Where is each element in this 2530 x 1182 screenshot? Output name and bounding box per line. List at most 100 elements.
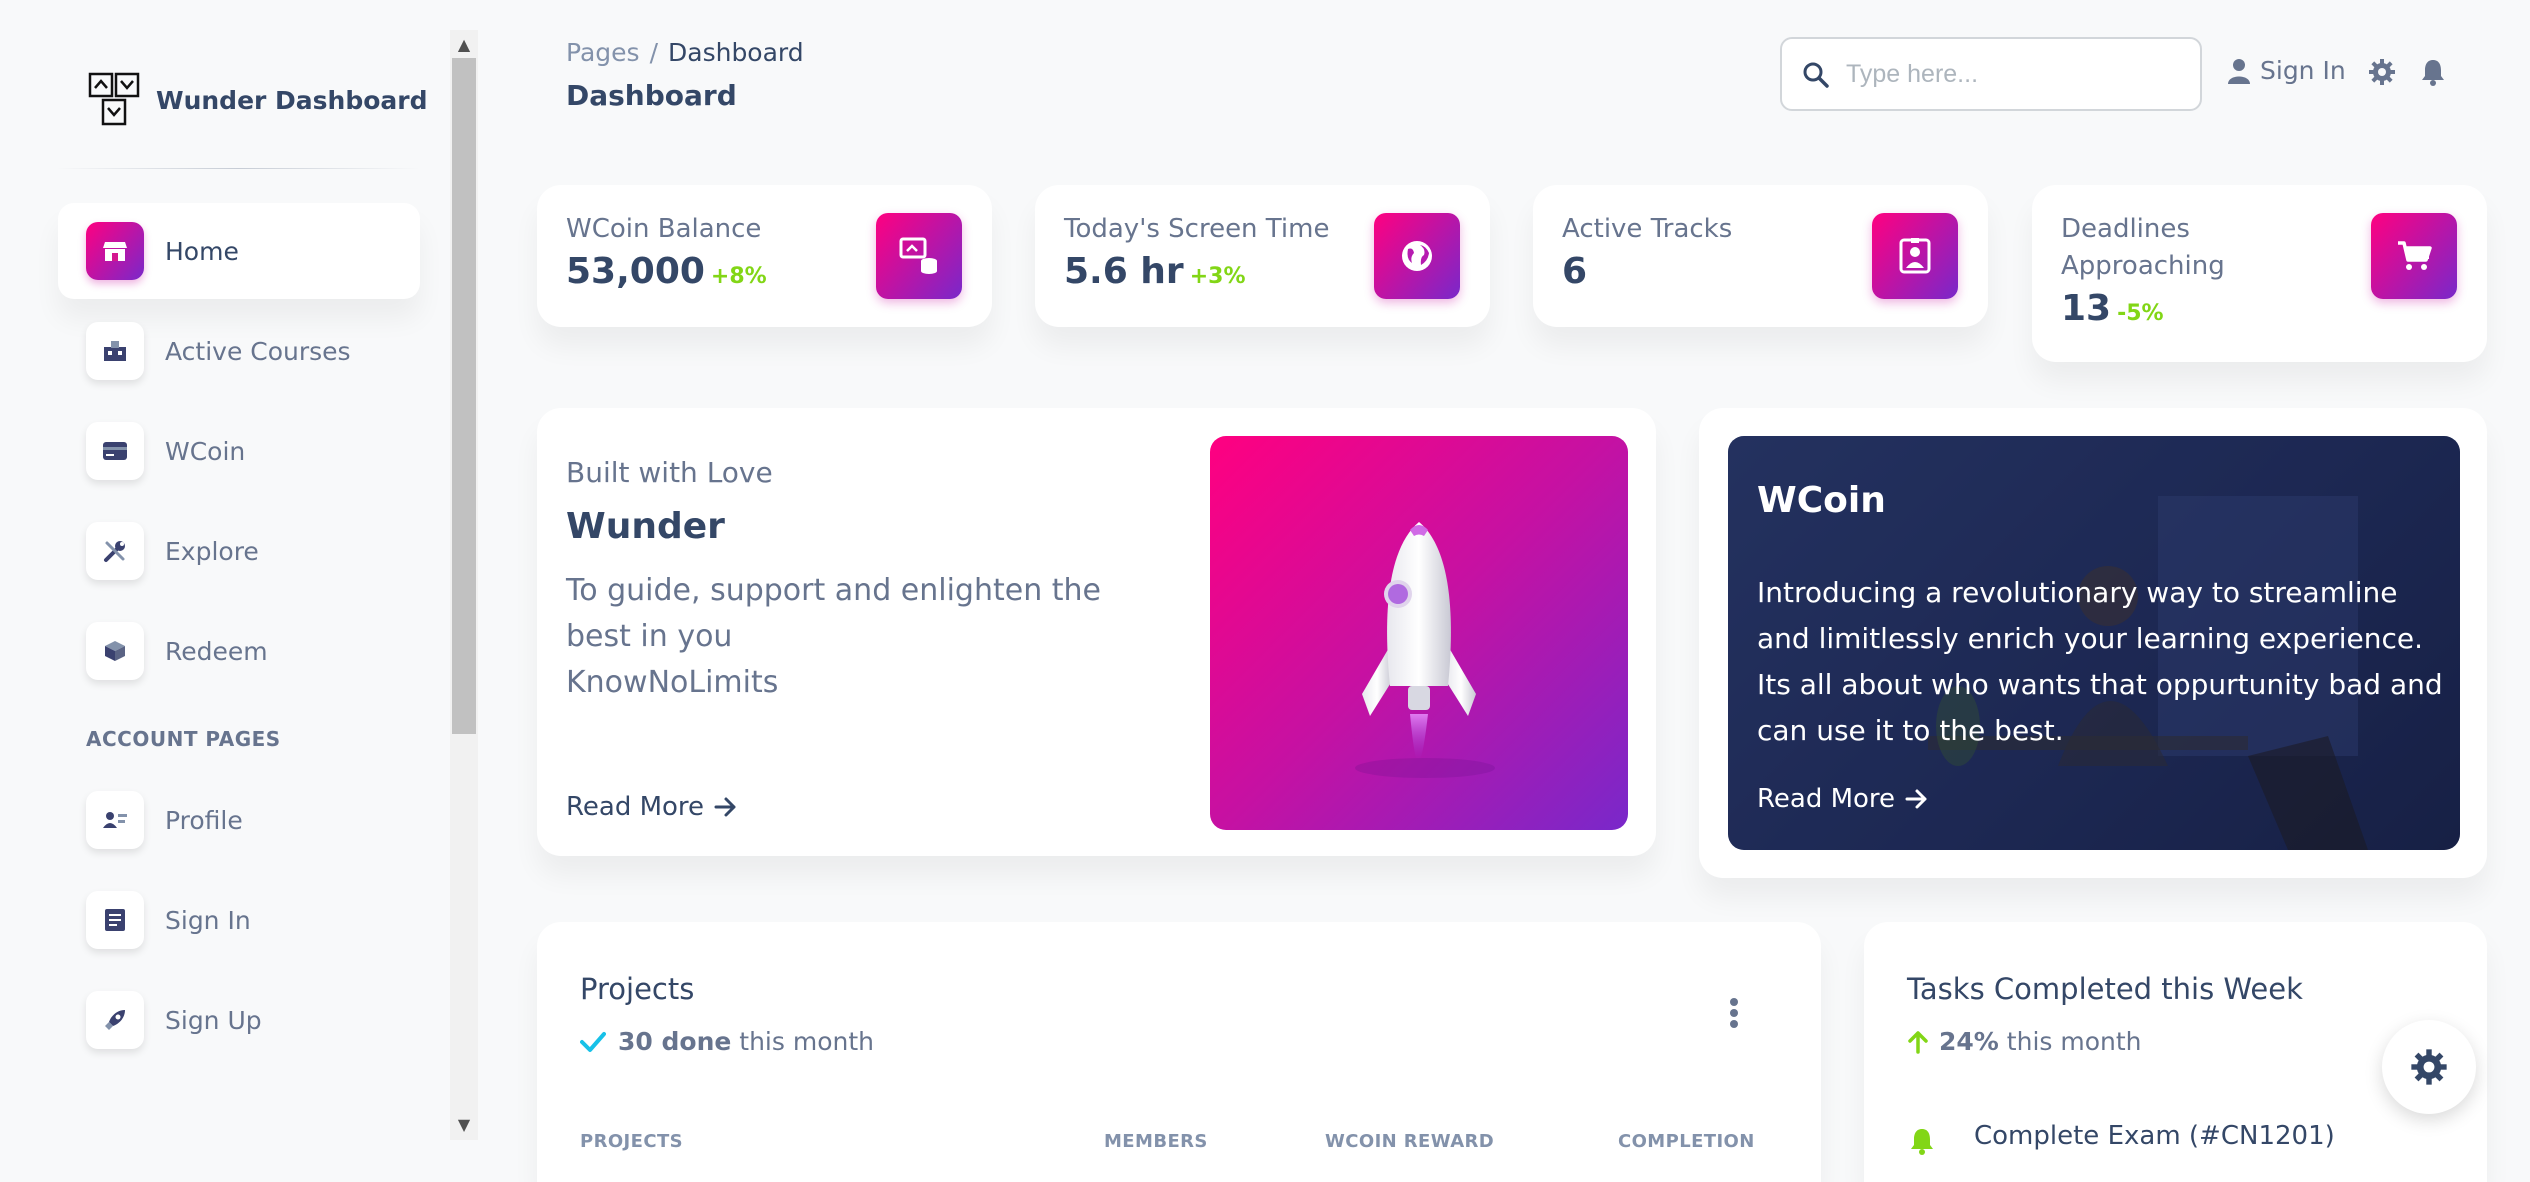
sidebar-item-label: Active Courses [165, 336, 351, 366]
stat-card-wcoin-balance: WCoin Balance 53,000 +8% [537, 185, 992, 327]
stat-label: Deadlines Approaching [2061, 211, 2225, 285]
credit-card-icon [86, 422, 144, 480]
cart-icon [2371, 213, 2457, 299]
sign-in-label: Sign In [2260, 56, 2346, 85]
card-title: Wunder [566, 506, 725, 547]
stat-change: +3% [1189, 264, 1246, 289]
stat-card-screen-time: Today's Screen Time 5.6 hr +3% [1035, 185, 1490, 327]
column-header[interactable]: PROJECTS [580, 1131, 683, 1152]
tasks-percent: 24% [1939, 1027, 1999, 1056]
gear-icon[interactable] [2368, 58, 2396, 86]
card-description: To guide, support and enlighten the best… [566, 568, 1126, 706]
more-vertical-icon[interactable] [1729, 997, 1739, 1029]
bell-icon [1911, 1129, 1933, 1155]
projects-summary: 30 done this month [580, 1027, 874, 1056]
stat-number: 13 [2061, 288, 2112, 329]
search-input[interactable] [1846, 53, 2176, 95]
section-title: ACCOUNT PAGES [86, 727, 281, 751]
breadcrumb: Pages / Dashboard [566, 38, 804, 67]
brand[interactable]: Wunder Dashboard [88, 72, 428, 128]
document-icon [86, 891, 144, 949]
search-icon [1803, 62, 1829, 88]
shop-icon [86, 222, 144, 280]
stat-card-deadlines: Deadlines Approaching 13 -5% [2032, 185, 2487, 362]
sidebar-item-home[interactable]: Home [58, 203, 420, 299]
stat-change: -5% [2117, 301, 2164, 326]
globe-icon [1374, 213, 1460, 299]
bell-icon[interactable] [2420, 58, 2446, 86]
user-icon [2228, 58, 2250, 84]
stat-card-active-tracks: Active Tracks 6 [1533, 185, 1988, 327]
header-sign-in-link[interactable]: Sign In [2228, 56, 2346, 85]
sidebar-item-label: Redeem [165, 636, 268, 666]
sidebar-item-redeem[interactable]: Redeem [58, 603, 420, 699]
projects-card: Projects 30 done this month PROJECTS MEM… [537, 922, 1821, 1182]
divider [56, 168, 420, 169]
brand-name: Wunder Dashboard [156, 85, 428, 115]
tools-icon [86, 522, 144, 580]
column-header[interactable]: COMPLETION [1618, 1131, 1755, 1152]
rocket-icon [1355, 522, 1495, 778]
rocket-icon [86, 991, 144, 1049]
stat-label-line: Deadlines [2061, 214, 2190, 244]
read-more-link[interactable]: Read More [1757, 784, 1929, 814]
breadcrumb-separator: / [649, 38, 658, 67]
stat-value: 53,000 +8% [566, 251, 767, 292]
page-title: Dashboard [566, 79, 737, 112]
description-line: To guide, support and enlighten the [566, 573, 1101, 608]
scroll-up-arrow-icon[interactable]: ▲ [454, 34, 474, 54]
sidebar-item-sign-in[interactable]: Sign In [58, 872, 420, 968]
wcoin-card: WCoin Introducing a revolutionary way to… [1699, 408, 2487, 878]
read-more-label: Read More [1757, 784, 1896, 814]
stat-value: 13 -5% [2061, 288, 2164, 329]
card-description: Introducing a revolutionary way to strea… [1757, 576, 2443, 747]
tasks-period: this month [2006, 1027, 2142, 1056]
stat-value: 5.6 hr +3% [1064, 251, 1246, 292]
sidebar-scrollbar-thumb[interactable] [452, 58, 476, 734]
sidebar-item-label: Home [165, 236, 239, 266]
rocket-illustration [1210, 436, 1628, 830]
column-header[interactable]: MEMBERS [1104, 1131, 1208, 1152]
stat-label: Today's Screen Time [1064, 214, 1330, 244]
brand-logo-icon [88, 72, 140, 126]
search-box[interactable] [1780, 37, 2202, 111]
profile-icon [86, 791, 144, 849]
sidebar-item-label: WCoin [165, 436, 246, 466]
projects-done: 30 done [618, 1027, 732, 1056]
check-icon [580, 1031, 606, 1052]
scroll-down-arrow-icon[interactable]: ▼ [454, 1114, 474, 1134]
stat-value: 6 [1562, 251, 1587, 292]
stat-change: +8% [710, 264, 767, 289]
sidebar-item-label: Profile [165, 805, 243, 835]
description-line: KnowNoLimits [566, 665, 779, 700]
badge-icon [1872, 213, 1958, 299]
read-more-link[interactable]: Read More [566, 792, 738, 822]
card-title: Tasks Completed this Week [1907, 972, 2303, 1006]
office-icon [86, 322, 144, 380]
stat-number: 6 [1562, 251, 1588, 292]
built-with-love-card: Built with Love Wunder To guide, support… [537, 408, 1656, 856]
stat-number: 53,000 [566, 251, 705, 292]
projects-period: this month [739, 1027, 874, 1056]
breadcrumb-root[interactable]: Pages [566, 38, 640, 67]
arrow-up-icon [1908, 1030, 1928, 1054]
sidebar-item-wcoin[interactable]: WCoin [58, 403, 420, 499]
sidebar-item-active-courses[interactable]: Active Courses [58, 303, 420, 399]
card-subtitle: Built with Love [566, 456, 773, 489]
coins-icon [876, 213, 962, 299]
card-title: WCoin [1757, 480, 1886, 521]
gear-icon [2411, 1049, 2447, 1085]
card-title: Projects [580, 972, 695, 1006]
settings-fab-button[interactable] [2382, 1020, 2476, 1114]
tasks-summary: 24% this month [1907, 1027, 2142, 1056]
box-icon [86, 622, 144, 680]
sidebar-item-sign-up[interactable]: Sign Up [58, 972, 420, 1068]
read-more-label: Read More [566, 792, 705, 822]
sidebar-item-profile[interactable]: Profile [58, 772, 420, 868]
wcoin-background: WCoin Introducing a revolutionary way to… [1728, 436, 2460, 850]
breadcrumb-current: Dashboard [668, 38, 804, 67]
column-header[interactable]: WCOIN REWARD [1325, 1131, 1494, 1152]
task-item[interactable]: Complete Exam (#CN1201) [1974, 1121, 2335, 1151]
sidebar-item-explore[interactable]: Explore [58, 503, 420, 599]
arrow-right-icon [1905, 789, 1927, 809]
